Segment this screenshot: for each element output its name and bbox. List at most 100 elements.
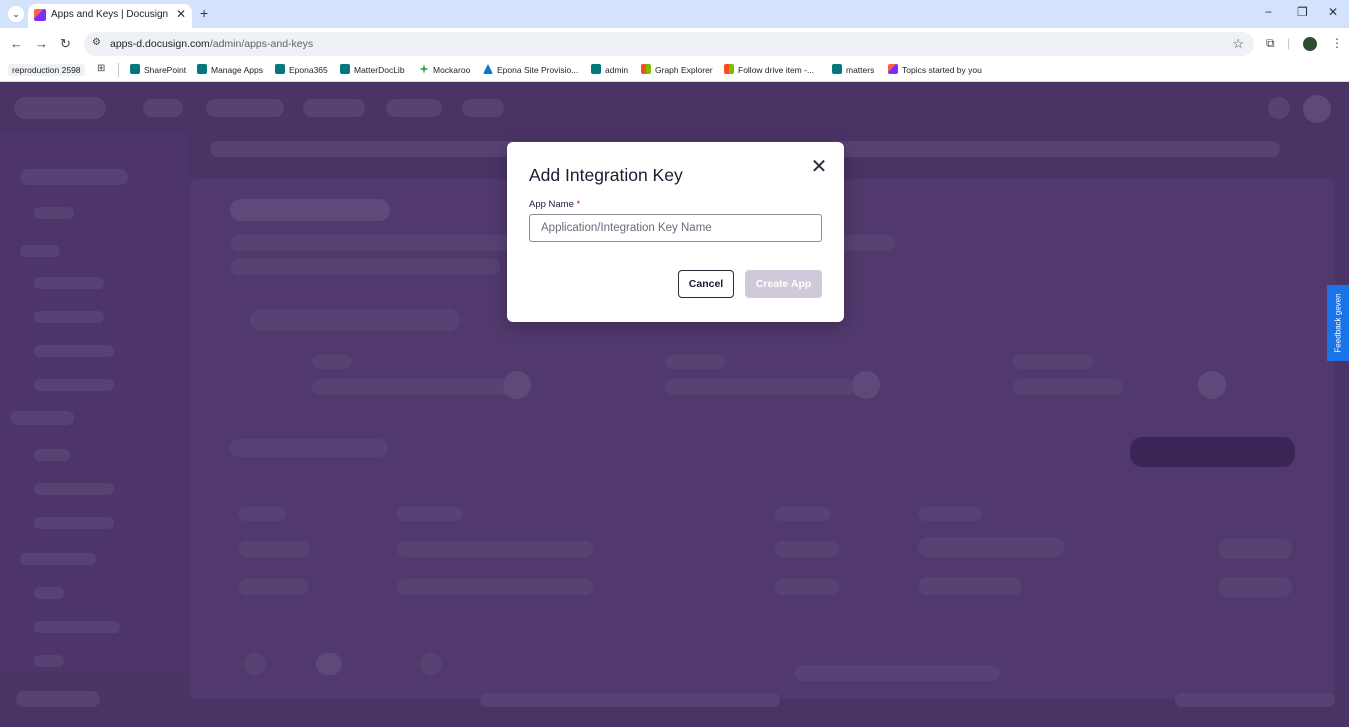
bookmark-item[interactable]: Manage Apps (197, 64, 263, 75)
app-name-label: App Name * (529, 199, 580, 210)
docusign-icon (888, 64, 898, 74)
sidebar-placeholder-line (34, 207, 74, 219)
field-label-placeholder (665, 355, 725, 369)
bookmark-first[interactable]: reproduction 2598 (8, 64, 85, 76)
table-header-placeholder (238, 507, 286, 521)
window-close-button[interactable]: ✕ (1328, 5, 1338, 19)
microsoft-icon (641, 64, 651, 74)
top-nav-placeholder (143, 99, 183, 117)
microsoft-icon (724, 64, 734, 74)
app-logo-placeholder (14, 97, 106, 119)
feedback-tab[interactable]: Feedback geven (1327, 285, 1349, 361)
docusign-favicon-icon (34, 9, 46, 21)
bookmark-separator (118, 63, 119, 77)
feedback-tab-label: Feedback geven (1333, 293, 1343, 353)
app-name-input[interactable] (529, 214, 822, 242)
table-header-placeholder (397, 507, 463, 521)
bookmark-item[interactable]: Epona365 (275, 64, 328, 75)
tab-title: Apps and Keys | Docusign (51, 9, 169, 20)
profile-avatar[interactable] (1303, 37, 1317, 51)
sidebar-placeholder-line (16, 691, 100, 707)
bookmark-item[interactable]: SharePoint (130, 64, 186, 75)
table-cell-placeholder (238, 579, 308, 595)
forward-button[interactable]: → (35, 36, 48, 51)
url-host: apps-d.docusign.com (110, 38, 210, 50)
required-marker: * (576, 199, 581, 210)
table-cell-placeholder (918, 537, 1064, 557)
bookmark-item[interactable]: matters (832, 64, 874, 75)
bookmark-item[interactable]: Topics started by you (888, 64, 982, 75)
url-text[interactable]: apps-d.docusign.com/admin/apps-and-keys (110, 38, 313, 50)
restore-button[interactable]: ❐ (1297, 5, 1308, 19)
bookmark-star-icon[interactable]: ☆ (1232, 36, 1244, 52)
apps-grid-icon[interactable]: ⊞ (97, 63, 105, 74)
omnibox[interactable]: ⚙ apps-d.docusign.com/admin/apps-and-key… (84, 32, 1254, 56)
sidebar-placeholder-line (34, 483, 114, 495)
sharepoint-icon (591, 64, 601, 74)
tab-close-icon[interactable]: ✕ (176, 7, 186, 21)
tab-search-button[interactable]: ⌄ (8, 6, 24, 22)
create-app-button[interactable]: Create App (745, 270, 822, 298)
browser-menu-icon[interactable]: ⋮ (1331, 36, 1343, 50)
sidebar-placeholder-line (20, 245, 60, 257)
sharepoint-icon (832, 64, 842, 74)
pagination-placeholder (420, 653, 442, 675)
sidebar-placeholder-line (20, 553, 96, 565)
new-tab-button[interactable]: + (200, 5, 208, 21)
table-cell-placeholder (1218, 577, 1292, 597)
sidebar-placeholder (0, 133, 188, 673)
bookmark-item[interactable]: Mockaroo (419, 64, 470, 75)
copy-icon-placeholder (503, 371, 531, 399)
close-icon[interactable]: ✕ (808, 156, 830, 178)
footer-placeholder (1175, 693, 1335, 707)
sidebar-placeholder-line (34, 587, 64, 599)
sharepoint-icon (340, 64, 350, 74)
bookmarks-bar: reproduction 2598 ⊞ SharePoint Manage Ap… (0, 60, 1349, 82)
sidebar-placeholder-line (34, 655, 64, 667)
footer-placeholder (480, 693, 780, 707)
copy-icon-placeholder (1198, 371, 1226, 399)
footer-placeholder (795, 665, 1000, 681)
cancel-button[interactable]: Cancel (678, 270, 734, 298)
bookmark-item[interactable]: admin (591, 64, 628, 75)
pagination-placeholder (244, 653, 266, 675)
mockaroo-icon (419, 64, 429, 74)
sidebar-placeholder-line (34, 621, 120, 633)
site-info-icon[interactable]: ⚙ (92, 37, 101, 48)
section-title-placeholder (230, 439, 388, 457)
table-cell-placeholder (238, 541, 310, 557)
help-placeholder (1268, 97, 1290, 119)
bookmark-item[interactable]: Epona Site Provisio... (483, 64, 578, 75)
extensions-icon[interactable]: ⧉ (1266, 36, 1275, 51)
field-label-placeholder (1013, 355, 1093, 369)
sidebar-placeholder-line (34, 345, 114, 357)
sharepoint-icon (130, 64, 140, 74)
sidebar-placeholder-line (20, 169, 128, 185)
pagination-placeholder (316, 653, 342, 675)
field-value-placeholder (1013, 379, 1123, 395)
field-value-placeholder (665, 379, 855, 395)
back-button[interactable]: ← (10, 36, 23, 51)
bookmark-item[interactable]: Graph Explorer (641, 64, 713, 75)
bookmark-item[interactable]: Follow drive item -... (724, 64, 814, 75)
browser-tab-active[interactable]: Apps and Keys | Docusign ✕ (28, 4, 192, 28)
sidebar-placeholder-line (10, 411, 74, 425)
sidebar-placeholder-line (34, 517, 114, 529)
bookmark-item[interactable]: MatterDocLib (340, 64, 405, 75)
reload-button[interactable]: ↻ (60, 36, 71, 52)
app-name-label-text: App Name (529, 199, 574, 210)
description-placeholder (230, 259, 500, 275)
sidebar-placeholder-line (34, 277, 104, 289)
user-avatar-placeholder (1303, 95, 1331, 123)
minimize-button[interactable]: − (1265, 5, 1272, 19)
table-cell-placeholder (775, 579, 839, 595)
copy-icon-placeholder (852, 371, 880, 399)
table-cell-placeholder (397, 579, 593, 595)
address-bar-row: ← → ↻ ⚙ apps-d.docusign.com/admin/apps-a… (0, 28, 1349, 60)
top-nav-placeholder (386, 99, 442, 117)
browser-tab-strip: ⌄ Apps and Keys | Docusign ✕ + − ❐ ✕ (0, 0, 1349, 28)
sidebar-placeholder-line (34, 311, 104, 323)
sharepoint-icon (197, 64, 207, 74)
sidebar-placeholder-line (34, 449, 70, 461)
table-header-placeholder (775, 507, 831, 521)
